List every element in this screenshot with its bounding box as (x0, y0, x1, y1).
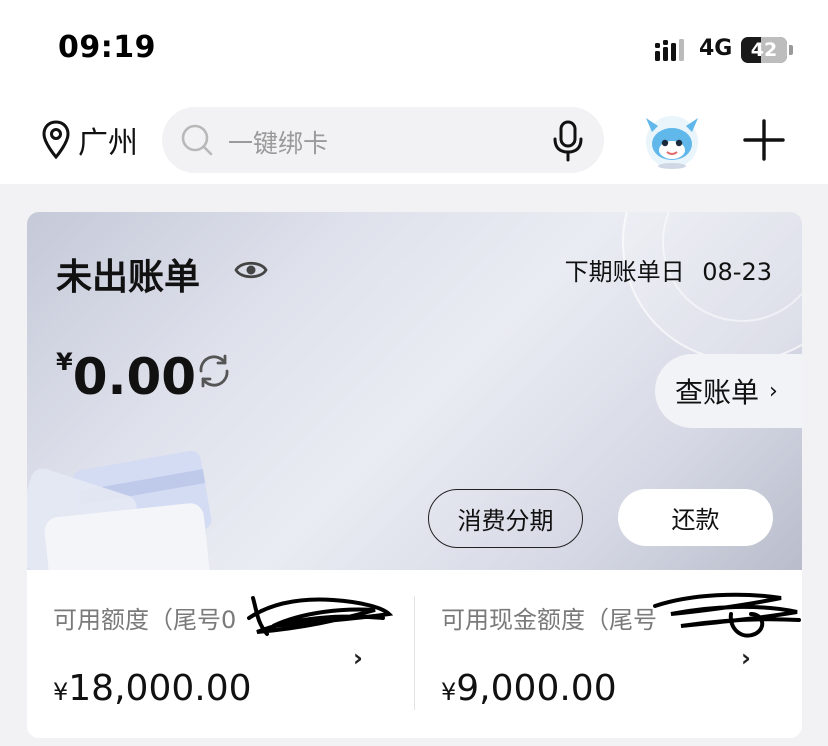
amount-value: 0.00 (72, 348, 197, 406)
top-header: 09:19 4G 42 广州 一键绑卡 (0, 0, 828, 184)
location-city: 广州 (78, 126, 138, 161)
cash-limit[interactable]: 可用现金额度（尾号 › ¥9,000.00 (415, 570, 802, 738)
location-pin-icon (42, 120, 70, 160)
plus-icon[interactable] (742, 118, 786, 162)
cellular-signal-icon (655, 39, 684, 61)
cash-limit-label: 可用现金额度（尾号 (441, 606, 657, 634)
redaction-scribble (653, 592, 801, 638)
available-limit-value: 18,000.00 (68, 668, 252, 709)
currency-symbol: ¥ (53, 678, 69, 706)
search-bar[interactable]: 一键绑卡 (162, 107, 604, 173)
status-time: 09:19 (58, 30, 156, 65)
search-icon (181, 124, 213, 156)
currency-symbol: ¥ (56, 348, 73, 376)
battery-icon: 42 (741, 37, 787, 63)
battery-level: 42 (750, 39, 778, 61)
available-limit-label: 可用额度（尾号0 (53, 606, 237, 634)
next-bill-date-label: 下期账单日 (564, 258, 685, 286)
unbilled-amount: ¥0.00 (56, 348, 196, 406)
installment-button[interactable]: 消费分期 (428, 489, 583, 548)
chevron-right-icon: › (353, 644, 363, 672)
available-limit-amount: ¥18,000.00 (53, 668, 252, 709)
chevron-right-icon: › (741, 644, 751, 672)
eye-icon[interactable] (233, 256, 269, 284)
view-bill-button[interactable]: 查账单 › (655, 354, 802, 428)
next-bill-date: 下期账单日 08-23 (565, 252, 772, 287)
currency-symbol: ¥ (441, 678, 457, 706)
bill-card: 未出账单 下期账单日 08-23 ¥0.00 查账单 › 消费分期 还款 (27, 212, 802, 570)
cash-limit-value: 9,000.00 (456, 668, 617, 709)
cash-limit-amount: ¥9,000.00 (441, 668, 617, 709)
repay-button[interactable]: 还款 (618, 489, 773, 546)
cards-illustration (27, 450, 212, 570)
credit-limits-panel: 可用额度（尾号0 › ¥18,000.00 可用现金额度（尾号 › ¥9,000… (27, 570, 802, 738)
mascot-avatar[interactable] (638, 110, 706, 170)
search-placeholder: 一键绑卡 (228, 129, 329, 158)
redaction-scribble (247, 596, 393, 636)
bill-title: 未出账单 (56, 257, 201, 298)
network-type: 4G (699, 36, 733, 61)
battery-cap (789, 45, 793, 55)
available-limit[interactable]: 可用额度（尾号0 › ¥18,000.00 (27, 570, 414, 738)
refresh-icon[interactable] (195, 352, 233, 390)
next-bill-date-value: 08-23 (702, 258, 772, 286)
location-selector[interactable]: 广州 (40, 118, 138, 162)
microphone-icon[interactable] (548, 119, 588, 163)
chevron-right-icon: › (769, 378, 778, 404)
view-bill-label: 查账单 (675, 376, 760, 409)
